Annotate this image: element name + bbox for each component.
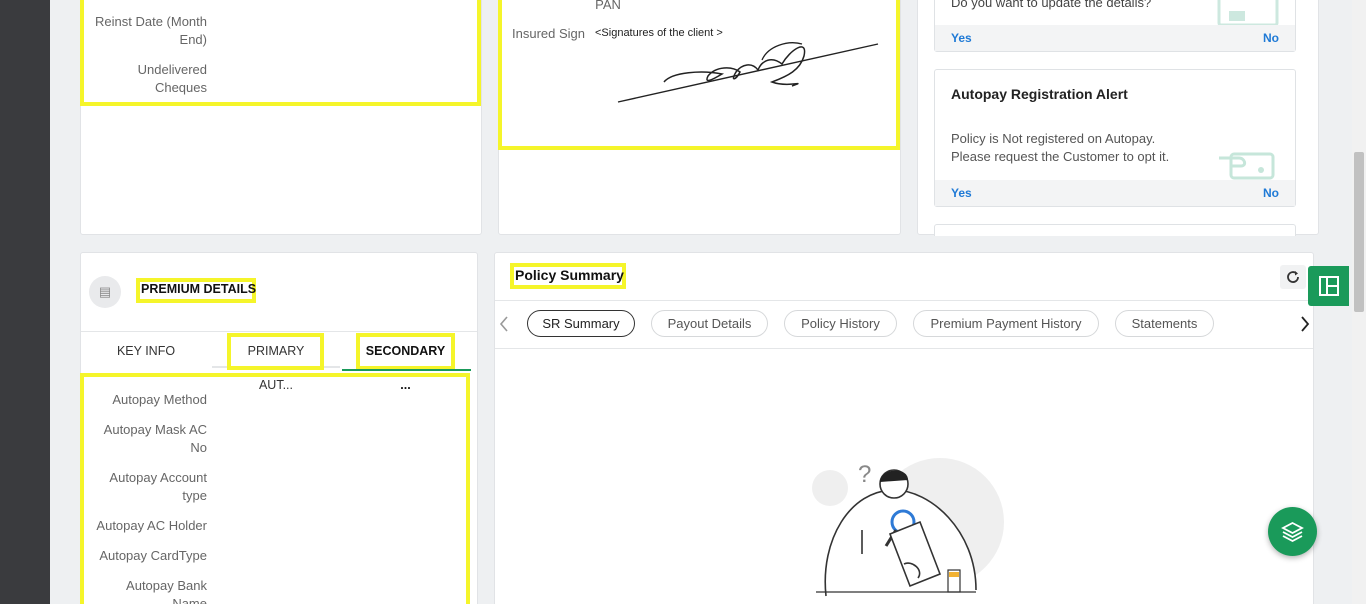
empty-state-illustration: ? (812, 458, 1004, 597)
scrollbar-thumb[interactable] (1354, 152, 1364, 312)
undelivered-cheques-label: Undelivered Cheques (137, 62, 207, 95)
premium-details-icon: ▤ (89, 276, 121, 308)
update-details-footer (935, 25, 1295, 51)
autopay-alert-title: Autopay Registration Alert (951, 86, 1128, 102)
tab-primary-autopay[interactable]: PRIMARY AUT... (230, 334, 322, 392)
layers-icon (1281, 521, 1304, 543)
premium-details-title: PREMIUM DETAILS (141, 282, 257, 296)
update-details-message: Do you want to update the details? (951, 0, 1152, 10)
left-sidebar-strip (0, 0, 50, 604)
autopay-bank-name-label: Autopay Bank Name (126, 578, 207, 604)
autopay-ac-holder-label: Autopay AC Holder (96, 518, 207, 533)
autopay-alert-message-line2: Please request the Customer to opt it. (951, 149, 1170, 164)
card-hand-icon (1219, 152, 1275, 180)
layout-icon (1319, 276, 1339, 296)
autopay-no-button[interactable]: No (1263, 186, 1279, 200)
update-details-alert: Do you want to update the details? Yes N… (934, 0, 1296, 52)
pan-label: PAN (595, 0, 621, 12)
layout-toggle-button[interactable] (1308, 266, 1349, 306)
next-alert-edge (934, 224, 1296, 236)
autopay-cardtype-label: Autopay CardType (99, 548, 207, 563)
floating-layers-button[interactable] (1268, 507, 1317, 556)
cheque-icon (1217, 0, 1279, 27)
refresh-icon (1287, 271, 1299, 283)
autopay-alert-footer (935, 180, 1295, 206)
autopay-yes-button[interactable]: Yes (951, 186, 972, 200)
tab-secondary-autopay[interactable]: SECONDARY ... (359, 334, 452, 392)
refresh-button[interactable] (1280, 265, 1306, 289)
autopay-mask-ac-label: Autopay Mask AC No (103, 422, 207, 455)
policy-tabs-divider (495, 348, 1313, 349)
signature-image (617, 42, 879, 103)
policy-summary-title: Policy Summary (515, 267, 624, 283)
update-details-yes-button[interactable]: Yes (951, 31, 972, 45)
chevron-right-icon[interactable] (1299, 315, 1311, 333)
svg-text:?: ? (858, 461, 871, 488)
reinst-date-label: Reinst Date (Month End) (95, 14, 207, 47)
chevron-left-icon[interactable] (498, 315, 510, 333)
policy-header-divider (495, 300, 1313, 301)
autopay-method-label: Autopay Method (112, 392, 207, 407)
autopay-registration-alert: Autopay Registration Alert Policy is Not… (934, 69, 1296, 207)
update-details-no-button[interactable]: No (1263, 31, 1279, 45)
tab-payout-details[interactable]: Payout Details (651, 310, 768, 337)
active-tab-underline (342, 369, 471, 371)
tab-sr-summary[interactable]: SR Summary (527, 310, 635, 337)
autopay-account-type-label: Autopay Account type (109, 470, 207, 503)
premium-tabs-divider (81, 331, 477, 332)
autopay-alert-message-line1: Policy is Not registered on Autopay. (951, 131, 1156, 146)
tab-policy-history[interactable]: Policy History (784, 310, 897, 337)
tab-statements[interactable]: Statements (1115, 310, 1214, 337)
tab-key-info[interactable]: KEY INFO (96, 334, 196, 372)
insured-sign-label: Insured Sign (512, 26, 585, 41)
tab-premium-payment-history[interactable]: Premium Payment History (913, 310, 1099, 337)
